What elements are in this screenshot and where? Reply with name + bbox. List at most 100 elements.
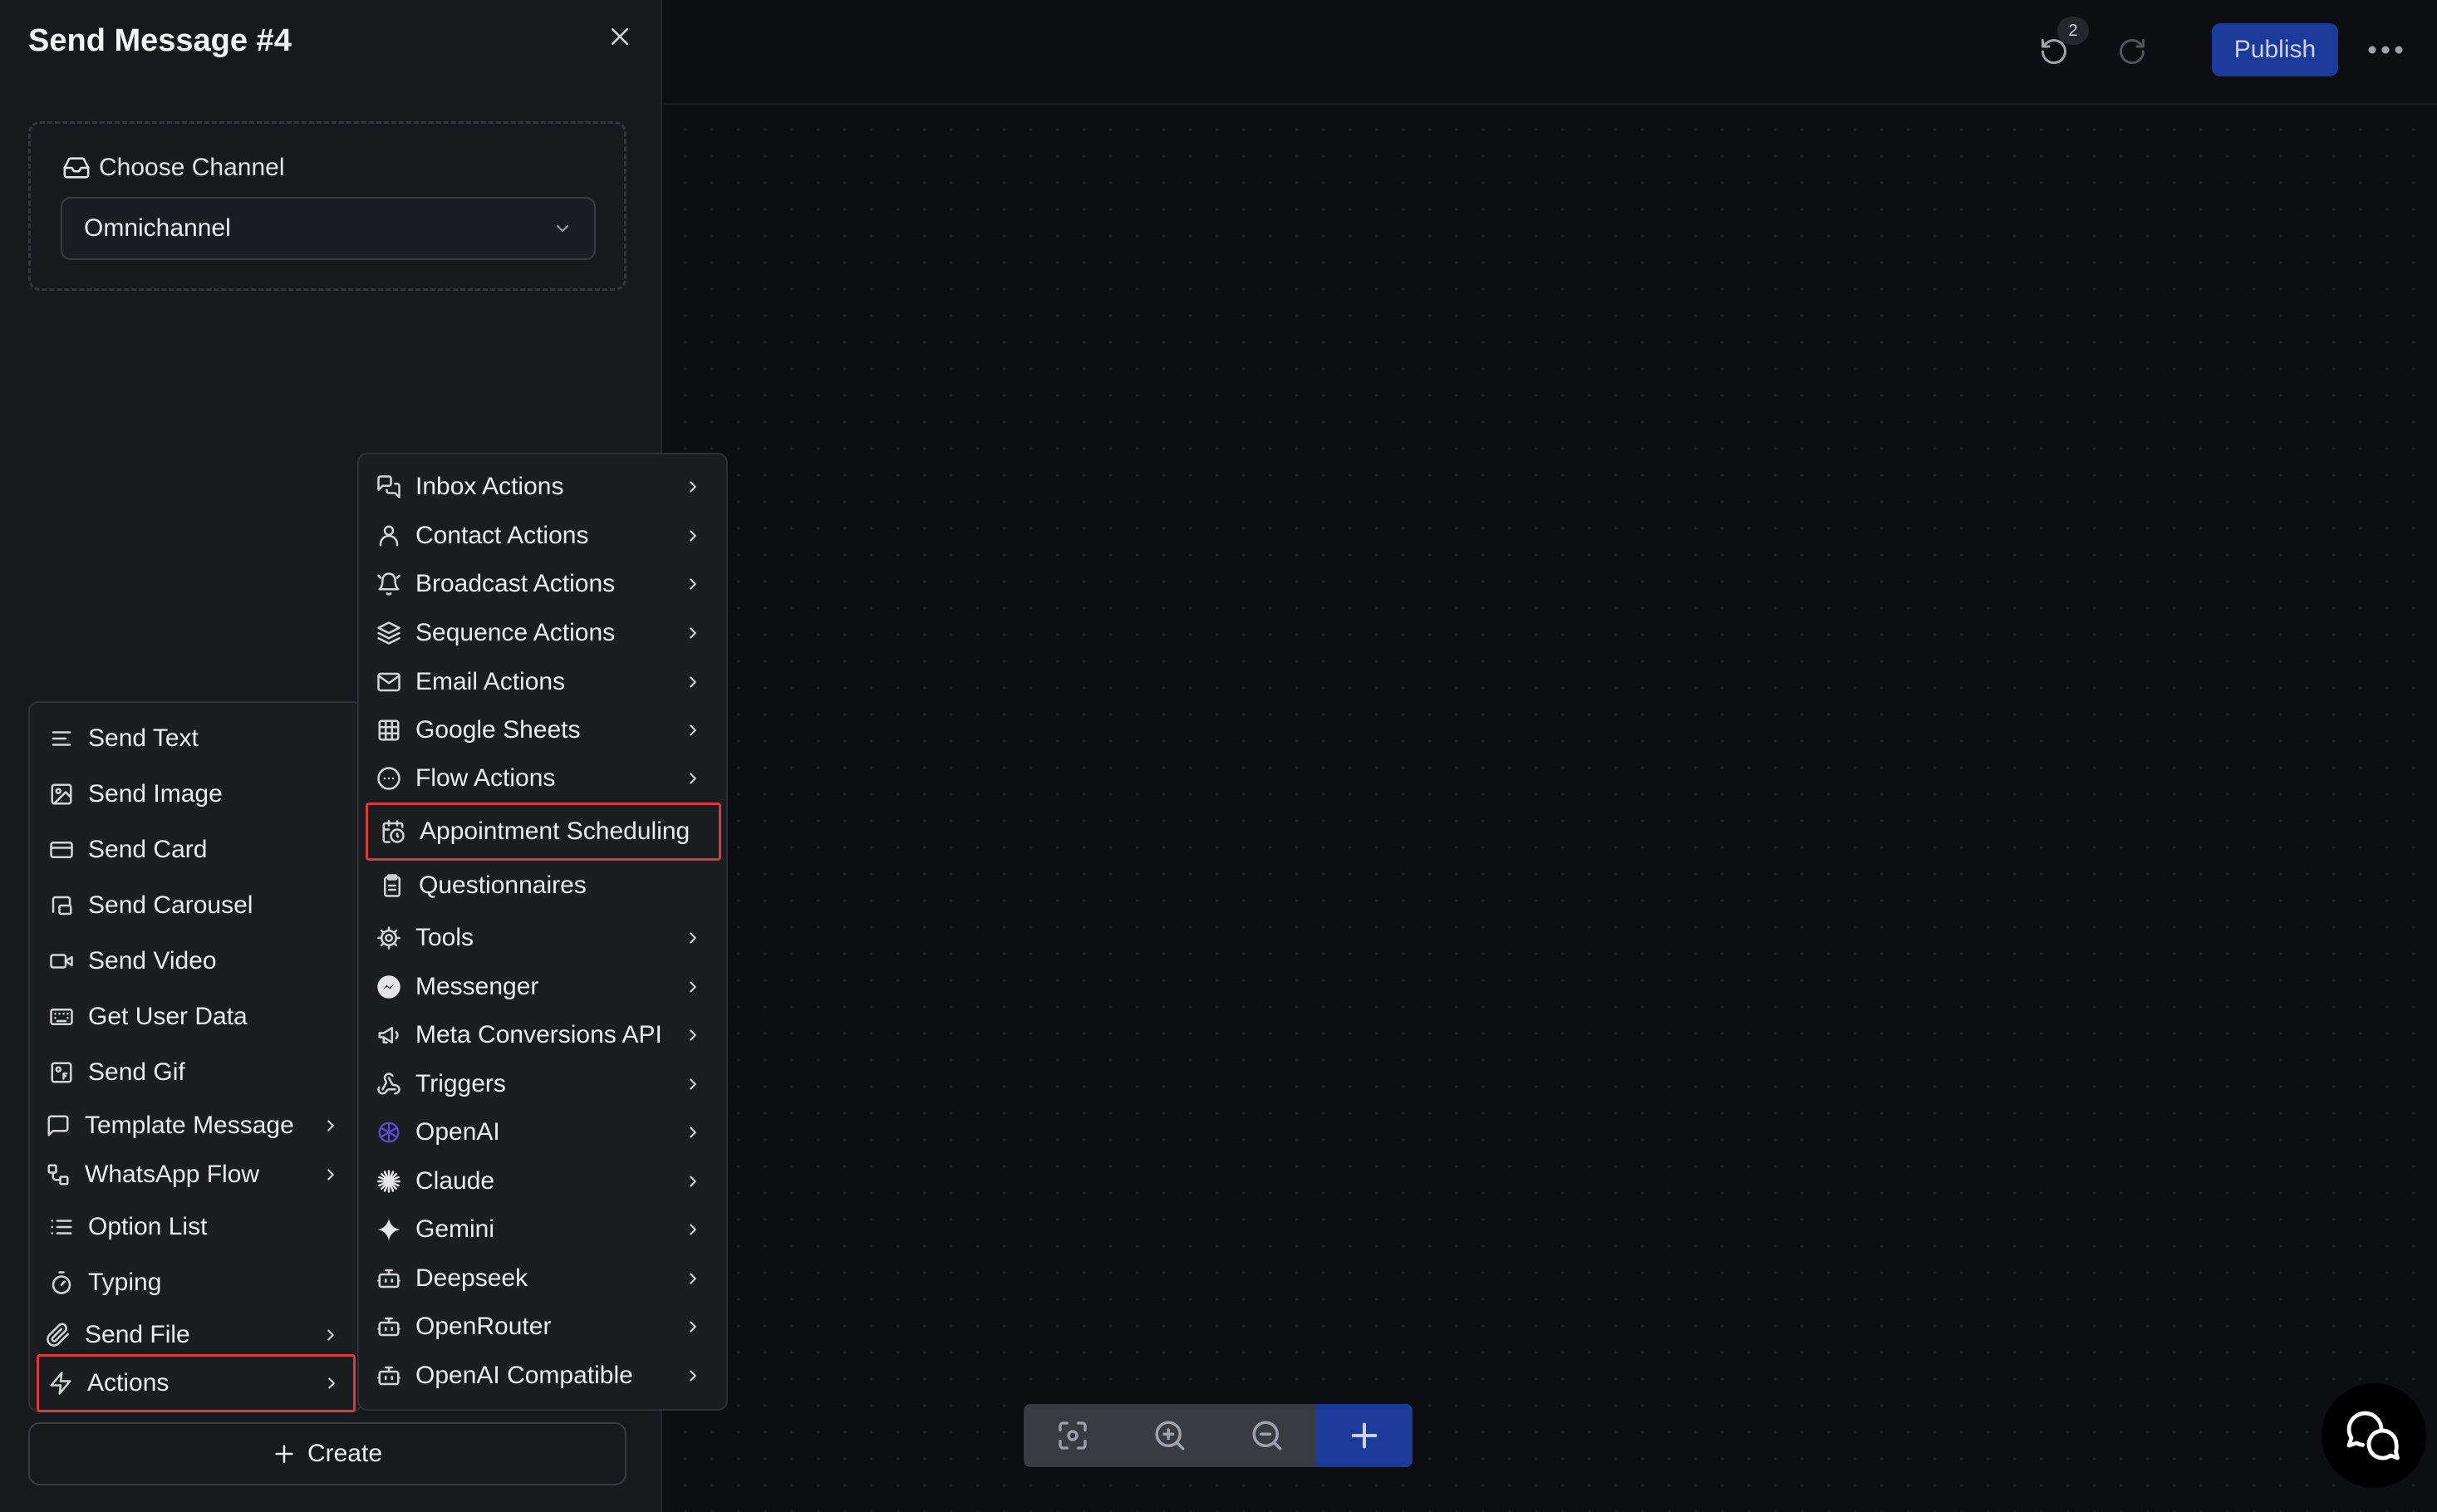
flow-icon <box>43 1160 73 1190</box>
gif-icon <box>47 1058 76 1087</box>
create-button[interactable]: Create <box>28 1422 626 1485</box>
menu-item-label: OpenRouter <box>415 1313 552 1340</box>
submenu-item-claude[interactable]: Claude <box>374 1161 715 1202</box>
message-square-icon <box>43 1111 73 1141</box>
submenu-item-meta-conversions-api[interactable]: Meta Conversions API <box>374 1014 715 1056</box>
menu-item-label: WhatsApp Flow <box>85 1161 260 1188</box>
menu-item-label: Questionnaires <box>419 871 587 899</box>
submenu-item-tools[interactable]: Tools <box>374 917 715 959</box>
chevron-right-icon <box>683 1269 703 1289</box>
submenu-item-triggers[interactable]: Triggers <box>374 1063 715 1105</box>
submenu-item-messenger[interactable]: Messenger <box>374 966 715 1008</box>
menu-item-label: Tools <box>415 924 474 951</box>
menu-item-label: Actions <box>87 1369 170 1397</box>
openai-icon <box>374 1117 404 1147</box>
chevron-right-icon <box>683 1122 703 1142</box>
submenu-item-openai-compatible[interactable]: OpenAI Compatible <box>374 1355 715 1397</box>
megaphone-icon <box>374 1020 404 1050</box>
dots-circle-icon <box>374 763 404 793</box>
chevron-right-icon <box>683 1366 703 1386</box>
flow-canvas[interactable] <box>664 0 2437 1512</box>
menu-item-label: Gemini <box>415 1215 495 1243</box>
plus-icon <box>275 1445 293 1463</box>
menu-item-typing[interactable]: Typing <box>47 1262 346 1303</box>
support-chat-button[interactable] <box>2322 1383 2426 1488</box>
menu-item-send-text[interactable]: Send Text <box>47 718 346 759</box>
zoom-in-button[interactable] <box>1121 1404 1218 1467</box>
chevron-right-icon <box>683 977 703 997</box>
channel-select[interactable]: Omnichannel <box>61 197 596 260</box>
redo-icon <box>2120 39 2145 65</box>
card-icon <box>47 835 76 865</box>
timer-icon <box>47 1268 76 1298</box>
menu-item-send-carousel[interactable]: Send Carousel <box>47 885 346 926</box>
menu-item-label: Meta Conversions API <box>415 1021 662 1048</box>
menu-item-template-message[interactable]: Template Message <box>43 1105 352 1146</box>
publish-button[interactable]: Publish <box>2212 23 2338 76</box>
layers-icon <box>374 618 404 648</box>
menu-item-label: Messenger <box>415 973 539 1000</box>
submenu-item-openrouter[interactable]: OpenRouter <box>374 1306 715 1348</box>
submenu-item-broadcast-actions[interactable]: Broadcast Actions <box>374 563 715 605</box>
menu-item-label: Send Gif <box>88 1058 185 1086</box>
redo-button[interactable] <box>2112 32 2152 71</box>
chevron-right-icon <box>683 477 703 497</box>
submenu-item-inbox-actions[interactable]: Inbox Actions <box>374 466 715 508</box>
webhook-icon <box>374 1069 404 1099</box>
menu-item-get-user-data[interactable]: Get User Data <box>47 996 346 1038</box>
more-horizontal-icon <box>2368 46 2403 54</box>
messenger-icon <box>374 972 404 1002</box>
menu-item-actions[interactable]: Actions <box>37 1354 356 1412</box>
menu-item-send-card[interactable]: Send Card <box>47 829 346 871</box>
fit-view-button[interactable] <box>1024 1404 1121 1467</box>
menu-item-label: Send File <box>85 1321 190 1348</box>
image-icon <box>47 779 76 809</box>
canvas-zoom-controls <box>1024 1404 1413 1467</box>
menu-item-label: Send Image <box>88 780 223 808</box>
submenu-item-deepseek[interactable]: Deepseek <box>374 1258 715 1299</box>
menu-item-label: Flow Actions <box>415 764 556 792</box>
chat-bubbles-icon <box>2346 1411 2400 1460</box>
submenu-item-appointment-scheduling[interactable]: Appointment Scheduling <box>366 803 721 861</box>
keyboard-icon <box>47 1002 76 1032</box>
create-button-label: Create <box>307 1440 383 1467</box>
chevron-right-icon <box>683 1074 703 1094</box>
submenu-item-flow-actions[interactable]: Flow Actions <box>374 758 715 799</box>
add-node-button[interactable] <box>1315 1404 1413 1467</box>
menu-item-send-video[interactable]: Send Video <box>47 940 346 982</box>
menu-item-label: Email Actions <box>415 668 566 695</box>
close-panel-button[interactable] <box>605 22 635 52</box>
text-lines-icon <box>47 724 76 754</box>
zoom-out-button[interactable] <box>1218 1404 1315 1467</box>
menu-item-whatsapp-flow[interactable]: WhatsApp Flow <box>43 1154 352 1195</box>
bot-icon <box>374 1361 404 1391</box>
menu-item-label: Broadcast Actions <box>415 570 616 597</box>
menu-item-send-file[interactable]: Send File <box>43 1314 352 1356</box>
chevron-right-icon <box>321 1116 341 1136</box>
choose-channel-text: Choose Channel <box>99 154 285 181</box>
submenu-item-contact-actions[interactable]: Contact Actions <box>374 515 715 557</box>
menu-item-label: Option List <box>88 1213 208 1240</box>
submenu-item-gemini[interactable]: Gemini <box>374 1209 715 1250</box>
chevron-right-icon <box>683 1025 703 1045</box>
channel-select-value: Omnichannel <box>84 214 231 242</box>
menu-item-option-list[interactable]: Option List <box>47 1206 346 1248</box>
menu-item-send-image[interactable]: Send Image <box>47 773 346 815</box>
chevron-right-icon <box>683 672 703 692</box>
paperclip-icon <box>43 1320 73 1350</box>
chevron-right-icon <box>683 623 703 643</box>
menu-item-send-gif[interactable]: Send Gif <box>47 1052 346 1093</box>
more-options-button[interactable] <box>2365 33 2406 66</box>
menu-item-label: Claude <box>415 1167 495 1195</box>
submenu-item-email-actions[interactable]: Email Actions <box>374 661 715 703</box>
user-icon <box>374 521 404 551</box>
zoom-in-icon <box>1155 1421 1184 1451</box>
chevron-right-icon <box>683 574 703 594</box>
menu-item-label: Send Video <box>88 947 217 974</box>
submenu-item-google-sheets[interactable]: Google Sheets <box>374 709 715 751</box>
menu-item-label: Template Message <box>85 1112 294 1139</box>
chevron-right-icon <box>683 526 703 546</box>
submenu-item-openai[interactable]: OpenAI <box>374 1112 715 1153</box>
submenu-item-sequence-actions[interactable]: Sequence Actions <box>374 612 715 654</box>
submenu-item-questionnaires[interactable]: Questionnaires <box>377 865 715 906</box>
